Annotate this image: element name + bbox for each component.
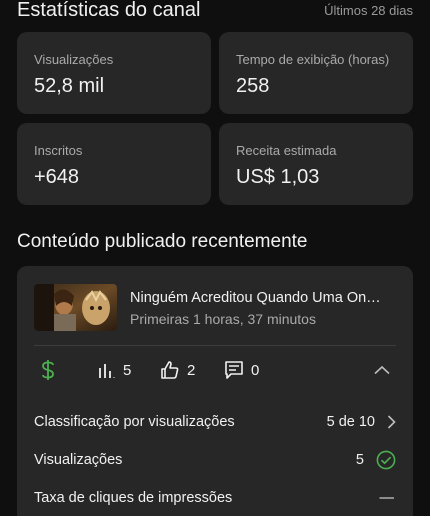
channel-stats-page: Estatísticas do canal Últimos 28 dias Vi… [0, 0, 430, 516]
watch-time-stat-card[interactable]: Tempo de exibição (horas) 258 [219, 32, 413, 114]
row-label: Taxa de cliques de impressões [34, 490, 233, 506]
stat-value: US$ 1,03 [236, 166, 320, 188]
ranking-value: 5 de 10 [326, 414, 375, 430]
chevron-up-icon [374, 365, 390, 375]
thumbs-up-icon [161, 361, 179, 379]
ctr-row: Taxa de cliques de impressões — [34, 485, 396, 511]
stat-label: Tempo de exibição (horas) [236, 52, 390, 67]
video-subtitle: Primeiras 1 horas, 37 minutos [130, 311, 316, 327]
page-title: Estatísticas do canal [17, 0, 201, 21]
stat-value: 258 [236, 75, 270, 97]
stat-label: Receita estimada [236, 143, 337, 158]
header: Estatísticas do canal Últimos 28 dias [17, 0, 413, 23]
likes-count: 2 [187, 361, 196, 379]
stat-label: Inscritos [34, 143, 83, 158]
video-metrics-bar: 5 2 0 [34, 358, 396, 382]
divider [34, 345, 396, 346]
comments-metric[interactable]: 0 [224, 358, 259, 382]
likes-metric[interactable]: 2 [160, 358, 195, 382]
views-count: 5 [123, 361, 132, 379]
views-stat-card[interactable]: Visualizações 52,8 mil [17, 32, 211, 114]
dollar-icon [42, 360, 54, 380]
video-thumbnail[interactable] [34, 284, 117, 331]
stat-value: 52,8 mil [34, 75, 105, 97]
comment-icon [225, 361, 243, 379]
comments-count: 0 [251, 361, 260, 379]
recent-content-card: Ninguém Acreditou Quando Uma On… Primeir… [17, 266, 413, 516]
period-label[interactable]: Últimos 28 dias [324, 3, 413, 18]
collapse-button[interactable] [374, 358, 390, 382]
monetization-status[interactable] [40, 358, 56, 382]
views-metric[interactable]: 5 [98, 358, 131, 382]
row-label: Classificação por visualizações [34, 414, 235, 430]
revenue-stat-card[interactable]: Receita estimada US$ 1,03 [219, 123, 413, 205]
views-value: 5 [355, 452, 364, 468]
video-title[interactable]: Ninguém Acreditou Quando Uma On… [130, 290, 400, 306]
ranking-row[interactable]: Classificação por visualizações 5 de 10 [34, 409, 396, 435]
stat-value: +648 [34, 166, 80, 188]
bar-chart-icon [99, 364, 115, 378]
check-circle-icon [376, 450, 396, 470]
row-label: Visualizações [34, 452, 123, 468]
subscribers-stat-card[interactable]: Inscritos +648 [17, 123, 211, 205]
views-row: Visualizações 5 [34, 447, 396, 473]
chevron-right-icon [387, 415, 396, 429]
section-title: Conteúdo publicado recentemente [17, 231, 308, 252]
ctr-value: — [379, 490, 395, 506]
stat-label: Visualizações [34, 52, 114, 67]
